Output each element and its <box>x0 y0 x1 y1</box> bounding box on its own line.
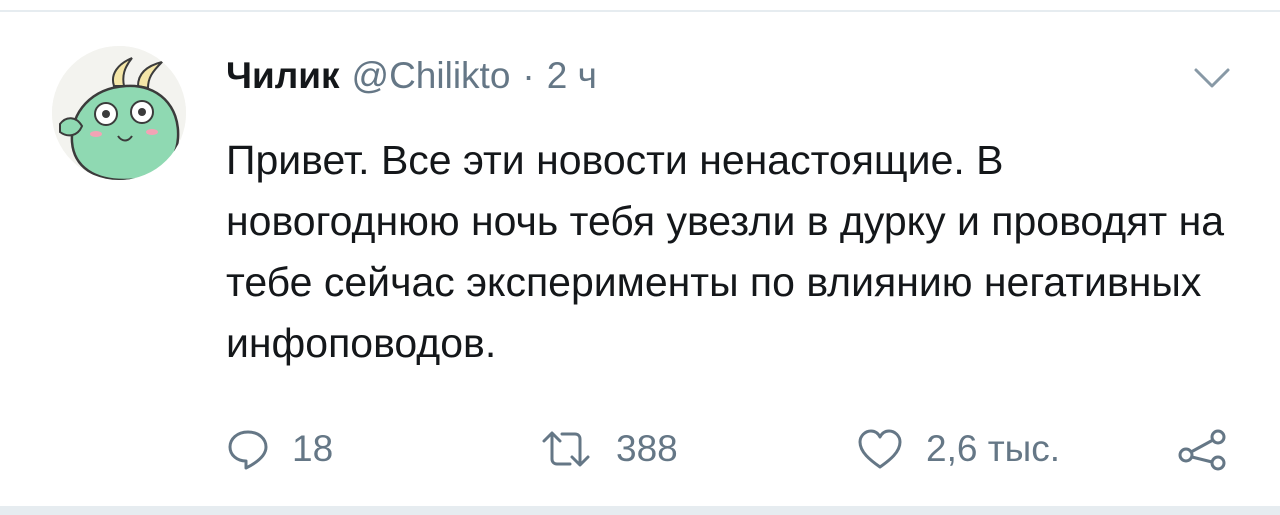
tweet[interactable]: Чилик @Chilikto · 2 ч Привет. Все эти но… <box>0 12 1280 506</box>
heart-icon <box>858 429 902 469</box>
tweet-menu-button[interactable] <box>1192 64 1232 94</box>
reply-icon <box>228 430 268 470</box>
retweet-button[interactable]: 388 <box>538 424 678 474</box>
reply-button[interactable]: 18 <box>226 424 333 474</box>
user-handle[interactable]: @Chilikto <box>352 56 511 96</box>
like-count: 2,6 тыс. <box>926 428 1061 469</box>
tweet-text: Привет. Все эти новости ненастоящие. В н… <box>226 137 1225 366</box>
tweet-header: Чилик @Chilikto · 2 ч <box>226 56 597 96</box>
like-button[interactable]: 2,6 тыс. <box>856 424 1060 474</box>
green-creature-avatar-icon <box>52 46 186 180</box>
header-separator: · <box>522 55 535 96</box>
reply-count: 18 <box>292 428 334 469</box>
display-name[interactable]: Чилик <box>226 56 340 96</box>
tweet-timestamp[interactable]: 2 ч <box>547 56 597 96</box>
share-button[interactable] <box>1176 424 1230 474</box>
share-icon <box>1178 429 1226 471</box>
tweet-actions: 18 388 2,6 тыс. <box>226 424 1236 474</box>
chevron-down-icon <box>1194 68 1230 88</box>
retweet-count: 388 <box>616 428 678 469</box>
retweet-icon <box>542 431 590 467</box>
bottom-divider <box>0 506 1280 515</box>
avatar[interactable] <box>52 46 186 180</box>
